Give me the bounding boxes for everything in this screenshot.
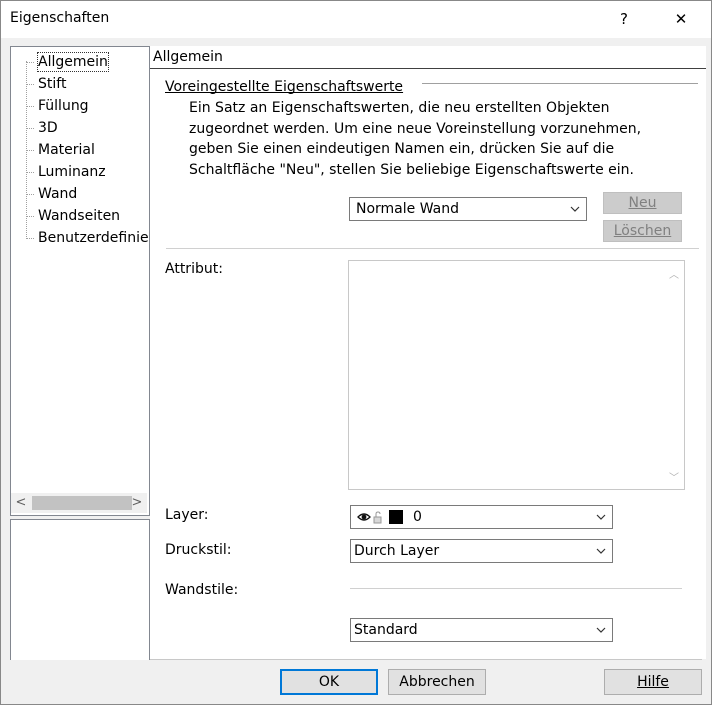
tree-item-material[interactable]: Material: [11, 139, 149, 161]
ok-button[interactable]: OK: [280, 669, 378, 695]
attribute-label: Attribut:: [165, 261, 223, 277]
tree-item-wandseiten[interactable]: Wandseiten: [11, 205, 149, 227]
panel-header: Allgemein: [153, 49, 223, 65]
category-tree[interactable]: Allgemein Stift Füllung 3D Material Lumi…: [10, 46, 150, 516]
panel-header-divider: [150, 68, 706, 69]
footer-divider: [150, 659, 702, 660]
window-title: Eigenschaften: [10, 10, 110, 26]
layer-color-swatch: [389, 510, 403, 524]
scroll-right-icon[interactable]: >: [127, 493, 147, 513]
layer-label: Layer:: [165, 507, 209, 523]
tree-item-3d[interactable]: 3D: [11, 117, 149, 139]
close-button[interactable]: ✕: [659, 4, 703, 34]
scroll-left-icon[interactable]: <: [11, 493, 31, 513]
tree-item-wand[interactable]: Wand: [11, 183, 149, 205]
lock-open-icon: [373, 511, 382, 524]
tree-horizontal-scrollbar[interactable]: < >: [11, 493, 147, 513]
scroll-up-icon[interactable]: ︿: [665, 266, 683, 281]
cancel-button[interactable]: Abbrechen: [388, 669, 486, 695]
tree-item-allgemein[interactable]: Allgemein: [11, 51, 149, 73]
wall-styles-label: Wandstile:: [165, 582, 239, 598]
help-button[interactable]: Hilfe: [604, 669, 702, 695]
attribute-list-scrollbar[interactable]: ︿ ﹀: [665, 262, 683, 488]
layer-combo[interactable]: 0: [350, 505, 613, 529]
tree-item-fuellung[interactable]: Füllung: [11, 95, 149, 117]
preset-group-label: Voreingestellte Eigenschaftswerte: [165, 79, 404, 95]
scroll-down-icon[interactable]: ﹀: [665, 469, 683, 484]
delete-preset-button[interactable]: Löschen: [603, 220, 682, 242]
wall-style-combo[interactable]: Standard: [350, 618, 613, 642]
chevron-down-icon: [596, 627, 606, 633]
preview-pane: [10, 519, 150, 660]
print-style-label: Druckstil:: [165, 542, 232, 558]
eye-icon: [357, 513, 371, 521]
preset-combo-value: Normale Wand: [356, 201, 460, 217]
preset-description: Ein Satz an Eigenschaftswerten, die neu …: [189, 100, 642, 178]
print-style-combo[interactable]: Durch Layer: [350, 539, 613, 563]
chevron-down-icon: [596, 548, 606, 554]
chevron-down-icon: [596, 514, 606, 520]
tree-item-stift[interactable]: Stift: [11, 73, 149, 95]
preset-group-divider: [422, 83, 698, 84]
chevron-down-icon: [570, 206, 580, 212]
wall-styles-divider: [350, 588, 682, 589]
tree-item-benutzerdefiniert[interactable]: Benutzerdefinier: [11, 227, 149, 249]
print-style-combo-value: Durch Layer: [354, 543, 440, 559]
tree-item-luminanz[interactable]: Luminanz: [11, 161, 149, 183]
layer-combo-value: 0: [413, 509, 422, 525]
preset-combo[interactable]: Normale Wand: [349, 197, 587, 221]
scroll-thumb[interactable]: [32, 496, 132, 510]
help-title-button[interactable]: ?: [602, 4, 646, 34]
wall-style-combo-value: Standard: [354, 622, 418, 638]
attribute-list[interactable]: ︿ ﹀: [348, 260, 685, 490]
new-preset-button[interactable]: Neu: [603, 192, 682, 214]
section-divider: [166, 248, 699, 249]
